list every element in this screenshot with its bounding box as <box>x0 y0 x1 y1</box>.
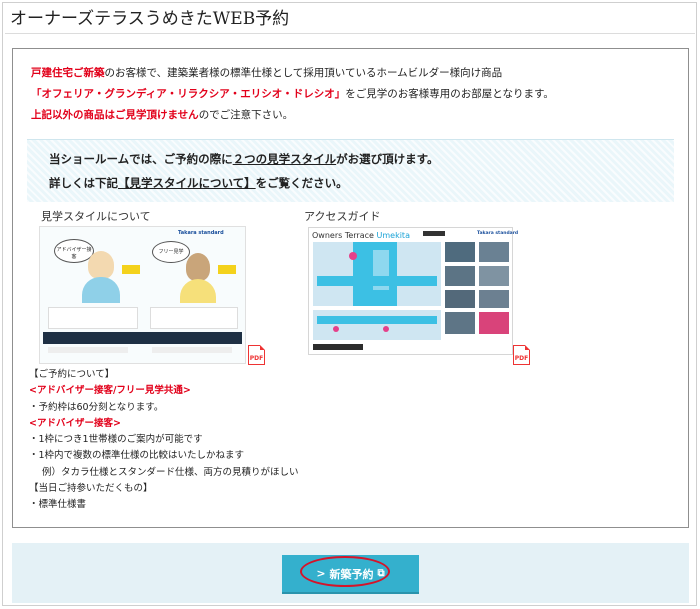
banner-emphasis: 【見学スタイルについて】 <box>118 176 256 190</box>
bring-item: ・標準仕様書 <box>29 499 87 511</box>
notice-text: のでご注意下さい。 <box>198 109 294 121</box>
photo <box>445 266 475 286</box>
banner-text: がお選び頂けます。 <box>336 152 439 166</box>
notice-text: をご見学のお客様専用のお部屋となります。 <box>345 88 554 100</box>
advisor-example: 例）タカラ仕様とスタンダード仕様、両方の見積りがほしい <box>42 466 299 478</box>
map-title-bar <box>423 231 445 236</box>
access-guide-pdf-thumbnail[interactable]: Owners Terrace Umekita Takara standard <box>308 227 518 355</box>
map-title-b: Umekita <box>376 231 410 240</box>
footer-bar <box>313 344 363 350</box>
tag-left <box>122 265 140 274</box>
notice-warning: 上記以外の商品はご見学頂けません <box>31 109 199 121</box>
title-divider <box>5 33 695 34</box>
access-guide-label: アクセスガイド <box>304 210 381 223</box>
photo <box>479 266 509 286</box>
visit-style-pdf-thumbnail[interactable]: Takara standard アドバイザー接客 フリー見学 <box>39 226 246 364</box>
reservation-info: 【ご予約について】 <アドバイザー接客/フリー見学共通> ・予約枠は60分刻とな… <box>29 367 299 514</box>
notice-text: のお客様で、建築業者様の標準仕様として採用頂いているホームビルダー様向け商品 <box>104 67 503 79</box>
eligibility-notice: 戸建住宅ご新築のお客様で、建築業者様の標準仕様として採用頂いているホームビルダー… <box>31 63 554 126</box>
bring-header: 【当日ご持参いただくもの】 <box>29 483 153 495</box>
advisor-item-2: ・1枠内で複数の標準仕様の比較はいたしかねます <box>29 450 245 462</box>
visitor-figure-body <box>180 279 216 303</box>
area-map <box>313 242 441 306</box>
banner-line-2: 詳しくは下記【見学スタイルについて】をご覧ください。 <box>49 175 348 191</box>
visit-style-label: 見学スタイルについて <box>41 210 151 223</box>
advisor-figure-body <box>82 277 120 303</box>
photo <box>445 312 475 334</box>
visit-style-banner: 当ショールームでは、ご予約の際に２つの見学スタイルがお選び頂けます。 詳しくは下… <box>27 139 674 202</box>
product-list: 「オフェリア・グランディア・リラクシア・エリシオ・ドレシオ」 <box>31 88 346 100</box>
advisor-item-1: ・1枠につき1世帯様のご案内が可能です <box>29 434 203 446</box>
photo <box>445 242 475 262</box>
banner-line-1: 当ショールームでは、ご予約の際に２つの見学スタイルがお選び頂けます。 <box>49 151 439 167</box>
banner-text: 当ショールームでは、ご予約の際に <box>49 152 233 166</box>
notice-highlight: 戸建住宅ご新築 <box>31 67 105 79</box>
notice-line-3: 上記以外の商品はご見学頂けませんのでご注意下さい。 <box>31 105 554 126</box>
common-header: <アドバイザー接客/フリー見学共通> <box>29 385 191 397</box>
brand-logo: Takara standard <box>477 231 519 236</box>
footer-strip-right <box>152 347 232 353</box>
photo <box>479 290 509 308</box>
map-road <box>317 276 437 286</box>
advisor-header: <アドバイザー接客> <box>29 417 121 429</box>
map-route <box>317 316 437 324</box>
map-title-a: Owners Terrace <box>312 231 374 240</box>
common-item: ・予約枠は60分刻となります。 <box>29 401 164 413</box>
pdf-icon[interactable]: PDF <box>248 345 265 365</box>
map-marker <box>383 326 389 332</box>
highlight-ring <box>300 556 390 587</box>
notice-line-2: 「オフェリア・グランディア・リラクシア・エリシオ・ドレシオ」をご見学のお客様専用… <box>31 84 554 105</box>
banner-text: をご覧ください。 <box>255 176 348 190</box>
map-title: Owners Terrace Umekita <box>312 231 410 240</box>
photo <box>479 312 509 334</box>
photo <box>479 242 509 262</box>
visitor-figure-head <box>186 253 210 281</box>
text-panel-right <box>150 307 238 329</box>
map-marker <box>333 326 339 332</box>
footer-strip-left <box>48 347 128 353</box>
banner-text: 詳しくは下記 <box>49 176 118 190</box>
brand-logo: Takara standard <box>178 230 224 236</box>
text-panel-left <box>48 307 138 329</box>
tag-right <box>218 265 236 274</box>
map-marker <box>349 252 357 260</box>
dark-strip <box>43 332 242 344</box>
floor-map <box>313 310 441 340</box>
content-box: 戸建住宅ご新築のお客様で、建築業者様の標準仕様として採用頂いているホームビルダー… <box>12 48 689 528</box>
photo <box>445 290 475 308</box>
speech-bubble-right: フリー見学 <box>152 241 190 263</box>
reservation-header: 【ご予約について】 <box>29 369 115 380</box>
advisor-figure-head <box>88 251 114 279</box>
pdf-icon[interactable]: PDF <box>513 345 530 365</box>
notice-line-1: 戸建住宅ご新築のお客様で、建築業者様の標準仕様として採用頂いているホームビルダー… <box>31 63 554 84</box>
page-title: オーナーズテラスうめきたWEB予約 <box>10 9 290 29</box>
banner-emphasis: ２つの見学スタイル <box>232 152 337 166</box>
